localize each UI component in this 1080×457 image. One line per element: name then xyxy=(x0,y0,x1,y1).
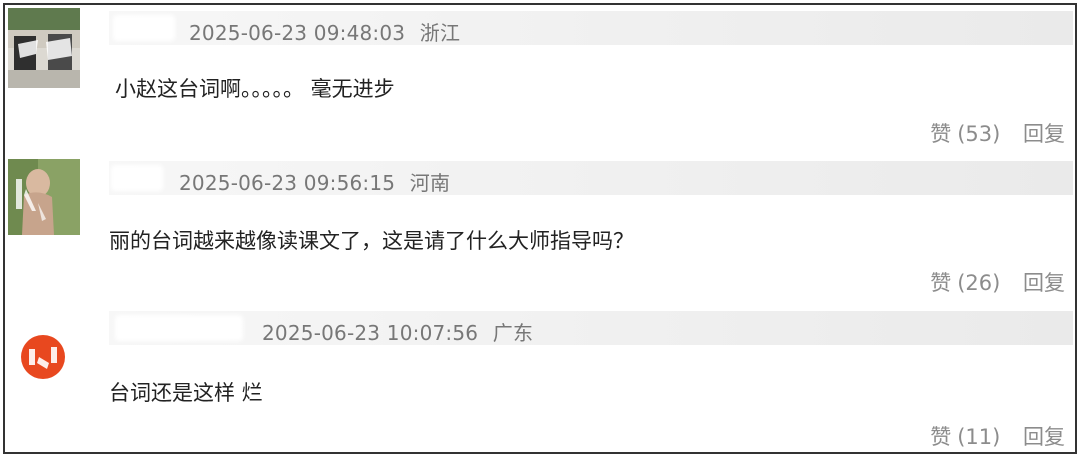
comment-actions: 赞 (26) 回复 xyxy=(930,267,1065,297)
avatar[interactable] xyxy=(8,159,80,235)
comment-location: 河南 xyxy=(409,171,451,195)
like-button[interactable]: 赞 (53) xyxy=(930,122,1007,146)
comment-location: 浙江 xyxy=(419,21,461,45)
like-label: 赞 xyxy=(930,425,952,449)
avatar-image xyxy=(8,159,80,235)
avatar-image xyxy=(8,8,80,88)
like-button[interactable]: 赞 (26) xyxy=(930,271,1007,295)
comment-text: 丽的台词越来越像读课文了，这是请了什么大师指导吗？ xyxy=(109,229,634,253)
comment-meta: 2025-06-23 09:48:03 浙江 xyxy=(189,17,460,46)
like-label: 赞 xyxy=(930,271,952,295)
comment-header: 2025-06-23 09:48:03 浙江 xyxy=(109,11,1073,45)
comment-header: 2025-06-23 10:07:56 广东 xyxy=(109,311,1073,345)
comment-meta: 2025-06-23 10:07:56 广东 xyxy=(262,317,533,346)
like-count: (53) xyxy=(957,122,1001,146)
comment-timestamp: 2025-06-23 10:07:56 xyxy=(262,321,479,345)
like-count: (26) xyxy=(957,271,1001,295)
like-label: 赞 xyxy=(930,122,952,146)
comment-header: 2025-06-23 09:56:15 河南 xyxy=(109,161,1073,195)
comment-timestamp: 2025-06-23 09:56:15 xyxy=(179,171,396,195)
reply-button[interactable]: 回复 xyxy=(1023,271,1065,295)
username-redacted[interactable] xyxy=(115,315,243,341)
avatar[interactable] xyxy=(15,327,71,383)
comment-item: 2025-06-23 10:07:56 广东 台词还是这样 烂 赞 (11) 回复 xyxy=(5,305,1075,452)
comment-location: 广东 xyxy=(492,321,534,345)
comment-text: 小赵这台词啊。。。。。 毫无进步 xyxy=(115,77,395,101)
avatar-image xyxy=(15,327,71,383)
avatar[interactable] xyxy=(8,8,80,88)
comment-text: 台词还是这样 烂 xyxy=(109,381,263,405)
comment-actions: 赞 (53) 回复 xyxy=(930,118,1065,148)
username-redacted[interactable] xyxy=(111,165,163,191)
comment-meta: 2025-06-23 09:56:15 河南 xyxy=(179,167,450,196)
comment-item: 2025-06-23 09:48:03 浙江 小赵这台词啊。。。。。 毫无进步 … xyxy=(5,5,1075,155)
like-count: (11) xyxy=(957,425,1001,449)
reply-button[interactable]: 回复 xyxy=(1023,425,1065,449)
comment-timestamp: 2025-06-23 09:48:03 xyxy=(189,21,406,45)
comment-actions: 赞 (11) 回复 xyxy=(930,421,1065,451)
comment-list: 2025-06-23 09:48:03 浙江 小赵这台词啊。。。。。 毫无进步 … xyxy=(3,3,1077,454)
username-redacted[interactable] xyxy=(113,15,175,41)
like-button[interactable]: 赞 (11) xyxy=(930,425,1007,449)
reply-button[interactable]: 回复 xyxy=(1023,122,1065,146)
comment-item: 2025-06-23 09:56:15 河南 丽的台词越来越像读课文了，这是请了… xyxy=(5,155,1075,305)
